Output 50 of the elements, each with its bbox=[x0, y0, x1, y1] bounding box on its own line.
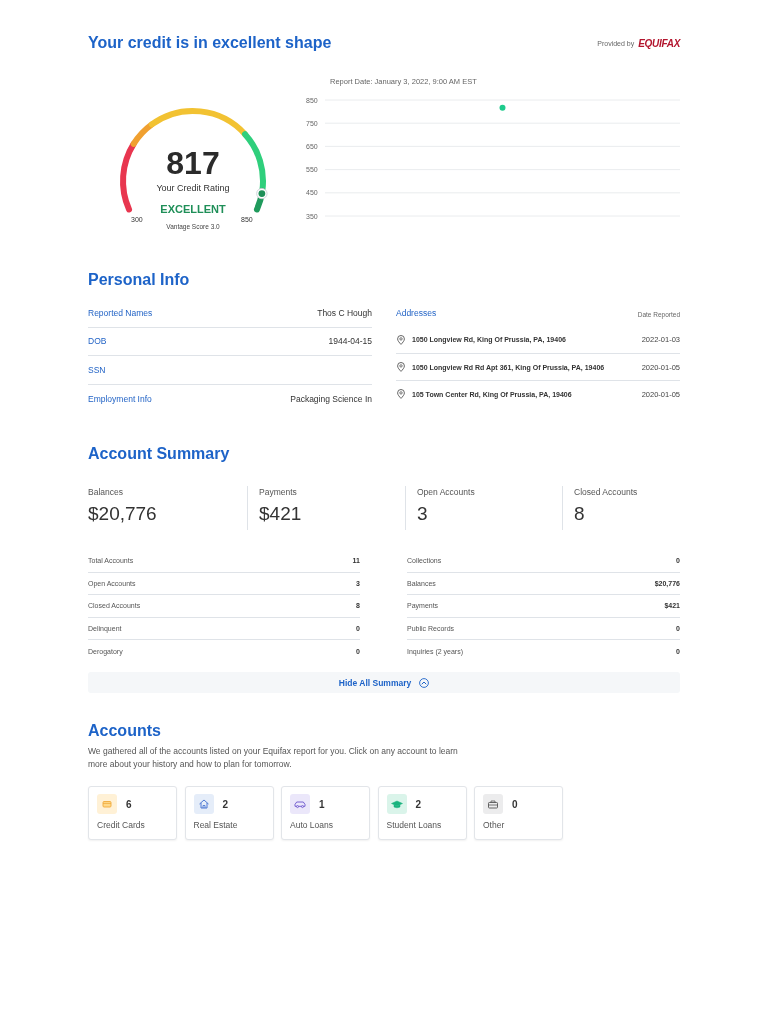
stat-value: $20,776 bbox=[88, 503, 158, 525]
car-icon bbox=[290, 794, 310, 814]
field-value: Packaging Science In bbox=[290, 393, 372, 404]
stat-value: 3 bbox=[417, 503, 429, 525]
account-count: 6 bbox=[126, 798, 132, 810]
location-pin-icon bbox=[397, 362, 405, 372]
graduation-cap-icon bbox=[386, 794, 407, 814]
toggle-summary-button[interactable]: Hide All Summary bbox=[88, 672, 680, 693]
account-type-card[interactable]: 2 Real Estate bbox=[184, 786, 274, 840]
account-type-label: Auto Loans bbox=[290, 819, 334, 831]
section-heading: Account Summary bbox=[88, 444, 231, 464]
score-rating: EXCELLENT bbox=[160, 202, 226, 216]
stat-label: Balances bbox=[88, 486, 124, 498]
account-count: 0 bbox=[512, 798, 518, 810]
account-count: 2 bbox=[415, 798, 422, 810]
stat-value: 8 bbox=[574, 503, 586, 525]
account-type-label: Credit Cards bbox=[97, 819, 146, 831]
stat-label: Closed Accounts bbox=[574, 486, 639, 498]
stat-label: Open Accounts bbox=[417, 486, 476, 498]
credit-score: 817 bbox=[166, 146, 220, 180]
section-heading: Personal Info bbox=[88, 270, 191, 290]
account-type-label: Real Estate bbox=[193, 819, 239, 831]
account-count: 1 bbox=[319, 798, 325, 810]
location-pin-icon bbox=[397, 334, 405, 345]
addresses-heading: Addresses bbox=[396, 307, 437, 318]
provider-logo: EQUIFAX bbox=[638, 37, 680, 49]
field-label: SSN bbox=[88, 364, 106, 375]
account-type-label: Other bbox=[483, 819, 506, 831]
account-type-card[interactable]: 2 Student Loans bbox=[377, 786, 467, 840]
credit-card-icon bbox=[97, 794, 117, 814]
account-type-card[interactable]: 0 Other bbox=[474, 786, 563, 840]
account-type-card[interactable]: 6 Credit Cards bbox=[88, 786, 177, 840]
account-type-card[interactable]: 1 Auto Loans bbox=[281, 786, 370, 840]
briefcase-icon bbox=[483, 794, 503, 814]
field-value: Thos C Hough bbox=[317, 307, 372, 318]
account-type-label: Student Loans bbox=[386, 819, 443, 831]
house-icon bbox=[193, 794, 214, 814]
section-heading: Accounts bbox=[88, 721, 162, 741]
section-description: We gathered all of the accounts listed on your Equifax report for you. Click on any account to learn more about your history and how to plan for tomorrow. bbox=[88, 745, 459, 771]
score-point bbox=[499, 104, 506, 111]
score-caption: Your Credit Rating bbox=[156, 182, 230, 194]
page-title: Your credit is in excellent shape bbox=[88, 33, 332, 53]
field-label: DOB bbox=[88, 336, 107, 347]
field-label: Employment Info bbox=[88, 393, 152, 404]
field-label: Reported Names bbox=[88, 307, 153, 318]
field-value: 1944-04-15 bbox=[328, 336, 372, 347]
location-pin-icon bbox=[397, 389, 405, 399]
stat-value: $421 bbox=[259, 503, 303, 525]
account-count: 2 bbox=[222, 798, 229, 810]
stat-label: Payments bbox=[259, 486, 298, 498]
